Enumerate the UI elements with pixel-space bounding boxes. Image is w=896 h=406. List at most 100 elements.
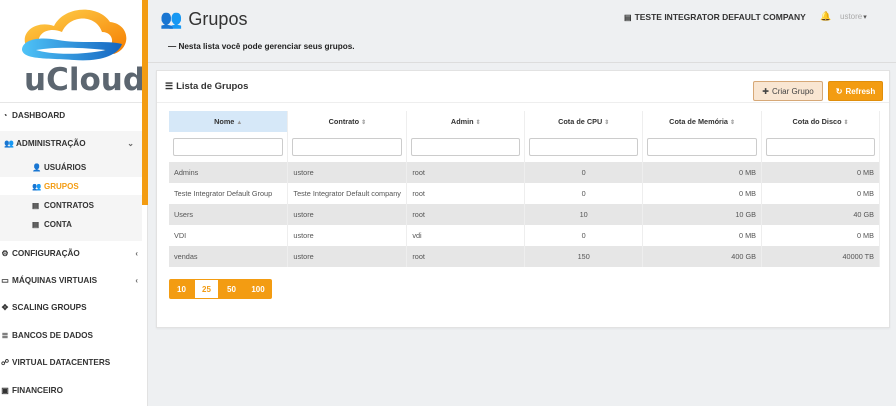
sidebar-item-financeiro[interactable]: ▣ FINANCEIRO xyxy=(0,386,148,395)
sidebar-item-label: SCALING GROUPS xyxy=(12,303,87,312)
cell-cota-cpu: 150 xyxy=(524,246,644,267)
sort-icon: ⇕ xyxy=(604,120,610,126)
filter-row xyxy=(169,132,880,162)
sort-asc-icon: ▲ xyxy=(236,120,243,126)
table-row[interactable]: Admins ustore root 0 0 MB 0 MB xyxy=(169,162,880,183)
cell-cota-memoria: 0 MB xyxy=(642,162,763,183)
sidebar-item-virtual-datacenters[interactable]: ☍ VIRTUAL DATACENTERS xyxy=(0,358,148,367)
sidebar-subitem-conta[interactable]: ▤ CONTA xyxy=(0,215,142,233)
column-header-contrato[interactable]: Contrato ⇕ xyxy=(287,111,408,132)
cell-nome: vendas xyxy=(169,246,289,267)
sidebar-item-administracao[interactable]: 👥 ADMINISTRAÇÃO ⌄ xyxy=(0,139,148,148)
page-size-50-button[interactable]: 50 xyxy=(219,279,244,299)
company-selector[interactable]: ▤ TESTE INTEGRATOR DEFAULT COMPANY xyxy=(624,12,806,22)
cell-cota-memoria: 0 MB xyxy=(642,225,763,246)
sidebar-item-dashboard[interactable]: ◔ DASHBOARD xyxy=(0,111,148,120)
sidebar-item-label: GRUPOS xyxy=(44,181,79,191)
sidebar-item-scaling-groups[interactable]: ✥ SCALING GROUPS xyxy=(0,303,148,312)
cloud-logo-icon xyxy=(22,9,127,61)
cell-cota-disco: 0 MB xyxy=(761,183,880,204)
sidebar-item-maquinas-virtuais[interactable]: ▭ MÁQUINAS VIRTUAIS ‹ xyxy=(0,276,148,285)
page-subtitle: — Nesta lista você pode gerenciar seus g… xyxy=(168,42,355,51)
sidebar-subitem-contratos[interactable]: ▤ CONTRATOS xyxy=(0,196,142,214)
cell-contrato: ustore xyxy=(287,246,408,267)
active-section-indicator xyxy=(142,0,148,205)
refresh-label: Refresh xyxy=(845,86,876,96)
cell-cota-disco: 0 MB xyxy=(761,225,880,246)
page-size-selector: 10 25 50 100 xyxy=(169,279,272,299)
filter-admin-input[interactable] xyxy=(411,138,521,156)
sort-icon: ⇕ xyxy=(361,120,367,126)
chevron-left-icon: ‹ xyxy=(135,276,138,285)
column-header-nome[interactable]: Nome ▲ xyxy=(169,111,289,132)
sidebar-item-bancos-de-dados[interactable]: ≣ BANCOS DE DADOS xyxy=(0,331,148,340)
sidebar-item-configuracao[interactable]: ⚙ CONFIGURAÇÃO ‹ xyxy=(0,249,148,258)
user-name: ustore xyxy=(840,12,863,21)
cell-contrato: ustore xyxy=(287,204,408,225)
chevron-down-icon: ⌄ xyxy=(127,139,134,148)
sidebar-subitem-usuarios[interactable]: 👤 USUÁRIOS xyxy=(0,158,142,176)
refresh-button[interactable]: ↻ Refresh xyxy=(828,81,883,101)
filter-nome-input[interactable] xyxy=(173,138,284,156)
filter-cota-disco-input[interactable] xyxy=(766,138,875,156)
refresh-icon: ↻ xyxy=(835,86,843,96)
table-row[interactable]: vendas ustore root 150 400 GB 40000 TB xyxy=(169,246,880,267)
gear-icon: ⚙ xyxy=(1,249,9,258)
bell-icon[interactable]: 🔔 xyxy=(820,11,831,22)
cell-admin: root xyxy=(406,204,526,225)
money-icon: ▣ xyxy=(1,386,9,395)
cell-cota-disco: 0 MB xyxy=(761,162,880,183)
sidebar-item-label: FINANCEIRO xyxy=(12,386,63,395)
cell-cota-cpu: 0 xyxy=(524,162,644,183)
cell-cota-memoria: 0 MB xyxy=(642,183,763,204)
filter-contrato-input[interactable] xyxy=(292,138,403,156)
move-icon: ✥ xyxy=(1,303,9,312)
page-size-25-button[interactable]: 25 xyxy=(194,279,219,299)
page-size-100-button[interactable]: 100 xyxy=(244,279,272,299)
user-menu[interactable]: ustore ▾ xyxy=(840,12,867,21)
cell-cota-cpu: 0 xyxy=(524,183,644,204)
cell-contrato: Teste Integrator Default company xyxy=(287,183,408,204)
panel-title: ☰ Lista de Grupos xyxy=(165,81,248,92)
card-icon: ▤ xyxy=(32,200,40,210)
filter-cota-memoria-input[interactable] xyxy=(647,138,758,156)
page-size-10-button[interactable]: 10 xyxy=(169,279,194,299)
cell-cota-disco: 40 GB xyxy=(761,204,880,225)
dashboard-icon: ◔ xyxy=(2,111,8,120)
cell-cota-disco: 40000 TB xyxy=(761,246,880,267)
column-header-cota-disco[interactable]: Cota do Disco ⇕ xyxy=(761,111,880,132)
cell-nome: Admins xyxy=(169,162,289,183)
table-row[interactable]: Teste Integrator Default Group Teste Int… xyxy=(169,183,880,204)
sidebar-item-label: USUÁRIOS xyxy=(44,162,87,172)
cell-admin: root xyxy=(406,246,526,267)
list-icon: ☰ xyxy=(165,81,174,91)
group-icon: 👥 xyxy=(32,181,42,191)
cell-contrato: ustore xyxy=(287,225,408,246)
logo[interactable]: uCloud xyxy=(0,0,147,103)
cell-nome: Teste Integrator Default Group xyxy=(169,183,289,204)
page-title-text: Grupos xyxy=(188,9,248,29)
sort-icon: ⇕ xyxy=(843,120,849,126)
column-header-cota-memoria[interactable]: Cota de Memória ⇕ xyxy=(642,111,763,132)
divider xyxy=(157,102,889,103)
cell-nome: Users xyxy=(169,204,289,225)
cell-admin: vdi xyxy=(406,225,526,246)
sidebar-item-label: VIRTUAL DATACENTERS xyxy=(12,358,111,367)
create-group-label: Criar Grupo xyxy=(771,86,814,96)
column-header-admin[interactable]: Admin ⇕ xyxy=(406,111,526,132)
cell-contrato: ustore xyxy=(287,162,408,183)
cell-cota-cpu: 0 xyxy=(524,225,644,246)
sitemap-icon: ☍ xyxy=(0,358,10,367)
column-header-cota-cpu[interactable]: Cota de CPU ⇕ xyxy=(524,111,644,132)
filter-cota-cpu-input[interactable] xyxy=(529,138,639,156)
create-group-button[interactable]: ✚ Criar Grupo xyxy=(753,81,823,101)
cell-nome: VDI xyxy=(169,225,289,246)
sidebar: uCloud ◔ DASHBOARD 👥 ADMINISTRAÇÃO ⌄ 👤 U… xyxy=(0,0,148,406)
caret-down-icon: ▾ xyxy=(863,13,867,21)
sort-icon: ⇕ xyxy=(475,120,481,126)
table-row[interactable]: Users ustore root 10 10 GB 40 GB xyxy=(169,204,880,225)
groups-table: Nome ▲ Contrato ⇕ Admin ⇕ Cota de CPU ⇕ Cota… xyxy=(169,111,880,267)
sidebar-subitem-grupos[interactable]: 👥 GRUPOS xyxy=(0,177,142,195)
groups-panel: ☰ Lista de Grupos ✚ Criar Grupo ↻ Refres… xyxy=(156,70,890,328)
table-row[interactable]: VDI ustore vdi 0 0 MB 0 MB xyxy=(169,225,880,246)
